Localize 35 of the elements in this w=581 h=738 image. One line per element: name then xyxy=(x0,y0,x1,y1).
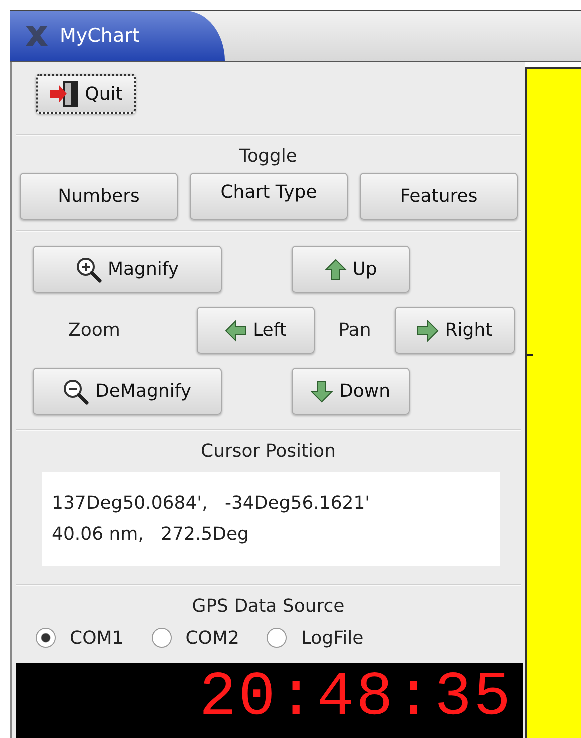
pan-label: Pan xyxy=(338,320,372,341)
toggle-button[interactable]: Numbers xyxy=(20,173,178,220)
magnify-button[interactable]: Magnify xyxy=(33,246,222,293)
radio-option[interactable]: COM2 xyxy=(152,628,240,648)
radio-button[interactable] xyxy=(36,628,56,648)
radio-button[interactable] xyxy=(152,628,172,648)
arrow-left-icon xyxy=(225,320,248,342)
left-button[interactable]: Left xyxy=(197,307,315,354)
exit-door-icon xyxy=(49,80,80,108)
radio-option[interactable]: COM1 xyxy=(36,628,124,648)
toggle-button[interactable]: Chart Type xyxy=(190,173,348,220)
arrow-down-icon xyxy=(311,380,334,402)
cursor-position-text: 137Deg50.0684', -34Deg56.1621' xyxy=(52,493,372,514)
arrow-up-icon xyxy=(324,258,347,280)
demagnify-button[interactable]: DeMagnify xyxy=(33,368,222,415)
arrow-right-icon xyxy=(417,320,440,342)
clock-time: 20:48:35 xyxy=(199,663,513,733)
cursor-position-label: Cursor Position xyxy=(200,440,337,464)
window-title: MyChart xyxy=(60,25,140,47)
radio-button[interactable] xyxy=(267,628,288,648)
toggle-button[interactable]: Features xyxy=(360,173,518,220)
window-tab[interactable]: MyChart xyxy=(10,11,225,61)
zoom-out-icon xyxy=(63,378,90,404)
zoom-label: Zoom xyxy=(68,320,122,341)
right-button[interactable]: Right xyxy=(395,307,515,354)
radio-option[interactable]: LogFile xyxy=(267,628,364,648)
gps-source-label: GPS Data Source xyxy=(191,595,346,619)
tick-mark xyxy=(527,354,533,356)
up-button[interactable]: Up xyxy=(292,246,410,293)
x-logo-icon xyxy=(24,24,50,48)
quit-button[interactable]: Quit xyxy=(36,74,136,114)
cursor-position-text: 40.06 nm, 272.5Deg xyxy=(52,524,250,545)
toggle-label: Toggle xyxy=(238,145,298,169)
down-button[interactable]: Down xyxy=(292,368,410,415)
zoom-in-icon xyxy=(76,256,102,282)
